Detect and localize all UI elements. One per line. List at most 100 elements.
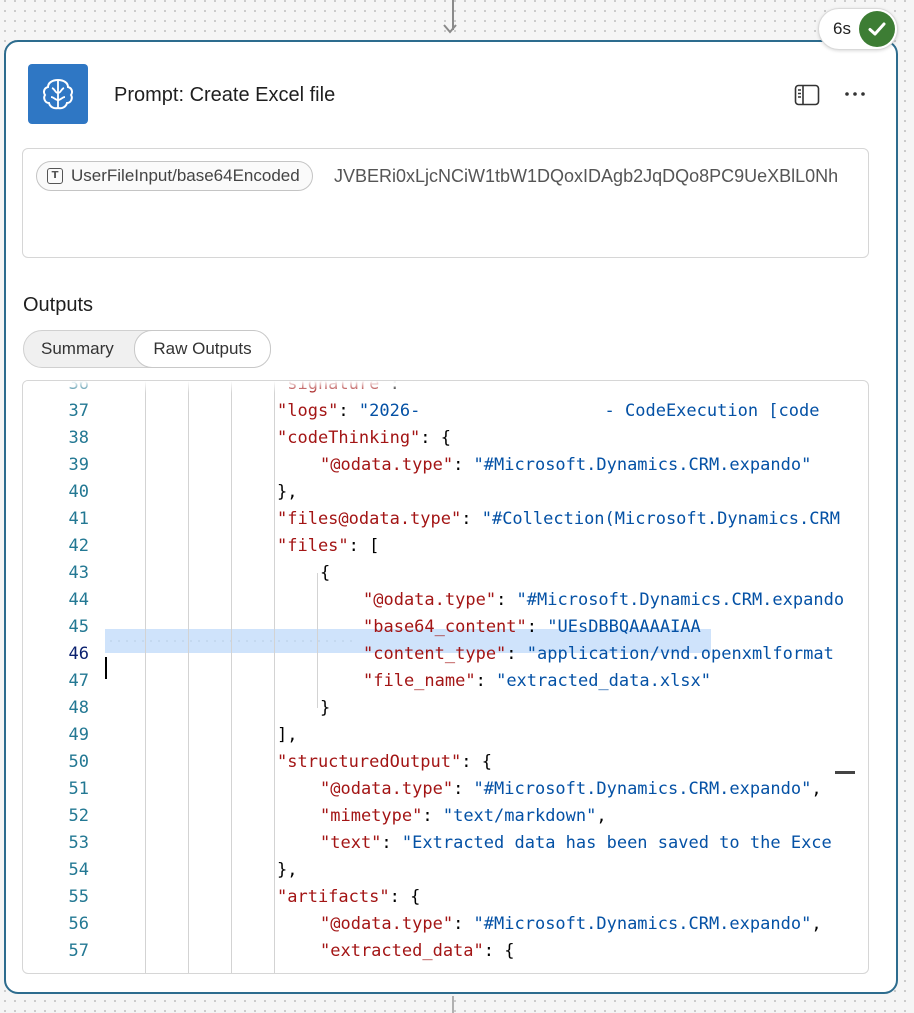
code-line: 54}, — [23, 857, 855, 884]
json-punctuation: : — [453, 914, 474, 934]
json-key: "codeThinking" — [277, 428, 421, 448]
code-text: "codeThinking": { — [277, 425, 451, 452]
code-text: "file_name": "extracted_data.xlsx" — [363, 668, 711, 695]
code-line: 37 "logs": "2026- - CodeExecution [code — [23, 398, 855, 425]
line-number: 41 — [68, 509, 89, 529]
tab-summary[interactable]: Summary — [41, 331, 114, 367]
prompt-action-card[interactable]: Prompt: Create Excel file T UserFileInpu… — [4, 40, 898, 994]
code-text: "@odata.type": "#Microsoft.Dynamics.CRM.… — [363, 587, 844, 614]
code-text: "text": "Extracted data has been saved t… — [320, 830, 832, 857]
line-number: 45 — [68, 617, 89, 637]
json-key: "text" — [320, 833, 382, 853]
duration-label: 6s — [833, 19, 851, 38]
raw-outputs-code-viewer[interactable]: 36"signature": "37"logs": "2026- - CodeE… — [22, 380, 869, 974]
outputs-heading: Outputs — [23, 294, 94, 316]
json-key: "@odata.type" — [320, 914, 454, 934]
json-punctuation: : — [506, 644, 527, 664]
json-punctuation: : { — [389, 887, 421, 907]
json-punctuation: : — [422, 806, 443, 826]
code-line: 46 "content_type": "application/vnd.openx… — [23, 641, 855, 668]
code-editor[interactable]: 36"signature": "37"logs": "2026- - CodeE… — [23, 381, 855, 973]
code-text: ], — [277, 722, 297, 749]
code-line: 42 "files": [ — [23, 533, 855, 560]
code-line: 43 { — [23, 560, 855, 587]
json-punctuation: , — [811, 779, 822, 799]
json-string: "#Microsoft.Dynamics.CRM.expando" — [473, 455, 812, 475]
code-line: 50 "structuredOutput": { — [23, 749, 855, 776]
code-line: 39 "@odata.type": "#Microsoft.Dynamics.CR… — [23, 452, 855, 479]
line-number: 43 — [68, 563, 89, 583]
line-number: 52 — [68, 806, 89, 826]
json-string: "#Microsoft.Dynamics.CRM.expando" — [473, 914, 812, 934]
json-punctuation: : — [526, 617, 548, 637]
code-line: 44 "@odata.type": "#Microsoft.Dynamics.CR… — [23, 587, 855, 614]
json-string: "2026- - CodeExecution [code — [358, 401, 820, 421]
code-text: "structuredOutput": { — [277, 749, 492, 776]
card-title: Prompt: Create Excel file — [114, 84, 336, 106]
json-key: "artifacts" — [277, 887, 390, 907]
line-number: 42 — [68, 536, 89, 556]
json-key: "logs" — [277, 401, 339, 421]
json-key: "structuredOutput" — [277, 752, 462, 772]
json-punctuation: { — [320, 563, 331, 583]
json-string: "application/vnd.openxmlformat — [526, 644, 834, 664]
line-number: 54 — [68, 860, 89, 880]
json-key: "@odata.type" — [320, 455, 454, 475]
code-text: "extracted_data": { — [320, 938, 514, 965]
code-line: 56 "@odata.type": "#Microsoft.Dynamics.CR… — [23, 911, 855, 938]
tab-raw-outputs[interactable]: Raw Outputs — [134, 330, 271, 368]
code-line: 41 "files@odata.type": "#Collection(Micro… — [23, 506, 855, 533]
json-punctuation: : — [453, 455, 474, 475]
line-number: 39 — [68, 455, 89, 475]
code-line: 52 "mimetype": "text/markdown", — [23, 803, 855, 830]
json-key: "mimetype" — [320, 806, 423, 826]
json-punctuation: : — [338, 401, 359, 421]
line-number: 55 — [68, 887, 89, 907]
json-punctuation: }, — [277, 860, 298, 880]
line-number: 46 — [68, 644, 89, 664]
code-line: 45 "base64_content": "UEsDBBQAAAAIAA — [23, 614, 855, 641]
code-text: "logs": "2026- - CodeExecution [code — [277, 398, 819, 425]
line-number: 57 — [68, 941, 89, 961]
more-options-icon[interactable] — [844, 82, 866, 106]
token-label: UserFileInput/base64Encoded — [71, 166, 300, 185]
code-text: }, — [277, 857, 297, 884]
line-number: 40 — [68, 482, 89, 502]
line-number: 44 — [68, 590, 89, 610]
code-line: 57 "extracted_data": { — [23, 938, 855, 965]
code-text: "files@odata.type": "#Collection(Microso… — [277, 506, 840, 533]
line-number: 38 — [68, 428, 89, 448]
code-text: "files": [ — [277, 533, 379, 560]
json-punctuation: : — [381, 833, 402, 853]
line-number: 49 — [68, 725, 89, 745]
json-key: "files@odata.type" — [277, 509, 462, 529]
json-punctuation: ], — [277, 725, 298, 745]
ai-brain-icon — [28, 64, 88, 124]
dynamic-content-token[interactable]: T UserFileInput/base64Encoded — [36, 161, 313, 191]
json-punctuation: : [ — [348, 536, 380, 556]
side-panel-icon[interactable] — [794, 84, 820, 106]
code-line: 55 "artifacts": { — [23, 884, 855, 911]
flow-connector-line-bottom — [452, 996, 454, 1013]
line-number: 37 — [68, 401, 89, 421]
json-punctuation: } — [320, 698, 331, 718]
line-number: 48 — [68, 698, 89, 718]
prompt-input-box[interactable]: T UserFileInput/base64Encoded JVBERi0xLj… — [22, 148, 869, 258]
code-line: 40}, — [23, 479, 855, 506]
code-text: }, — [277, 479, 297, 506]
code-text: "base64_content": "UEsDBBQAAAAIAA — [363, 614, 701, 641]
line-number: 50 — [68, 752, 89, 772]
json-key: "content_type" — [363, 644, 507, 664]
json-key: "base64_content" — [363, 617, 527, 637]
json-punctuation: , — [596, 806, 607, 826]
json-key: "@odata.type" — [363, 590, 497, 610]
json-key: "@odata.type" — [320, 779, 454, 799]
code-text: "@odata.type": "#Microsoft.Dynamics.CRM.… — [320, 452, 811, 479]
json-string: "text/markdown" — [442, 806, 597, 826]
json-string: "Extracted data has been saved to the Ex… — [401, 833, 832, 853]
text-type-icon: T — [47, 168, 63, 184]
success-check-icon — [859, 11, 895, 47]
arrow-down-icon — [443, 24, 457, 34]
json-key: "extracted_data" — [320, 941, 484, 961]
json-punctuation: : — [461, 509, 482, 529]
